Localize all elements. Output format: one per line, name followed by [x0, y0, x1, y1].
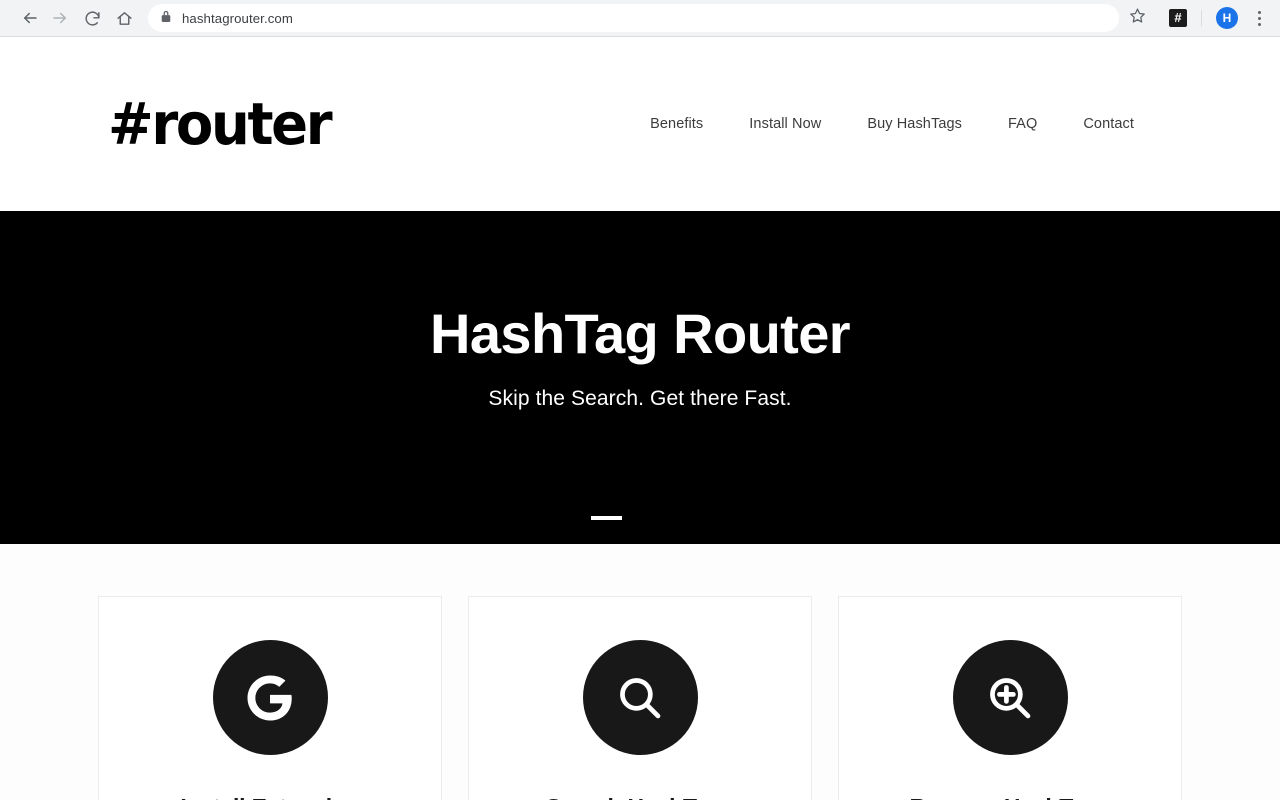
back-button[interactable] — [16, 4, 44, 32]
card-search-hashtags[interactable]: Search HashTags — [468, 596, 812, 800]
hero-section: HashTag Router Skip the Search. Get ther… — [0, 211, 1280, 544]
site-header: #router Benefits Install Now Buy HashTag… — [0, 37, 1280, 211]
three-dot-menu-icon[interactable] — [1246, 4, 1272, 32]
address-bar-url: hashtagrouter.com — [182, 10, 293, 26]
card-title: Search HashTags — [546, 794, 735, 800]
browser-toolbar: hashtagrouter.com # H — [0, 0, 1280, 37]
kebab-dot — [1257, 22, 1261, 26]
toolbar-right-group: # H — [1119, 4, 1272, 32]
toolbar-divider — [1201, 10, 1202, 26]
card-title: Install Extension — [180, 794, 360, 800]
home-icon — [116, 10, 133, 27]
search-icon — [582, 640, 698, 755]
kebab-dot — [1257, 10, 1261, 14]
page-content: #router Benefits Install Now Buy HashTag… — [0, 37, 1280, 800]
hashtag-extension-icon[interactable]: # — [1169, 9, 1187, 27]
star-icon — [1129, 7, 1146, 29]
address-bar[interactable]: hashtagrouter.com — [148, 4, 1119, 32]
avatar[interactable]: H — [1216, 7, 1238, 29]
card-reserve-hashtags[interactable]: Reserve HashTags — [838, 596, 1182, 800]
arrow-right-icon — [51, 9, 69, 27]
main-navigation: Benefits Install Now Buy HashTags FAQ Co… — [650, 110, 1134, 138]
zoom-in-icon — [952, 640, 1068, 755]
nav-item-contact[interactable]: Contact — [1083, 110, 1134, 138]
nav-item-buy-hashtags[interactable]: Buy HashTags — [867, 110, 962, 138]
reload-button[interactable] — [78, 4, 106, 32]
arrow-left-icon — [21, 9, 39, 27]
padlock-icon — [160, 9, 172, 28]
nav-item-install-now[interactable]: Install Now — [749, 110, 821, 138]
bookmark-button[interactable] — [1123, 4, 1151, 32]
nav-item-benefits[interactable]: Benefits — [650, 110, 703, 138]
hero-divider-bar — [591, 516, 622, 520]
home-button[interactable] — [110, 4, 138, 32]
card-title: Reserve HashTags — [910, 794, 1111, 800]
card-install-extension[interactable]: Install Extension — [98, 596, 442, 800]
feature-cards-section: Install Extension Search HashTags — [0, 544, 1280, 800]
forward-button[interactable] — [46, 4, 74, 32]
feature-cards-row: Install Extension Search HashTags — [0, 596, 1280, 800]
hero-subtitle: Skip the Search. Get there Fast. — [488, 387, 792, 410]
hero-title: HashTag Router — [430, 302, 851, 365]
google-g-icon — [212, 640, 328, 755]
site-logo[interactable]: #router — [108, 95, 333, 153]
nav-item-faq[interactable]: FAQ — [1008, 110, 1037, 138]
kebab-dot — [1257, 16, 1261, 20]
reload-icon — [84, 10, 101, 27]
